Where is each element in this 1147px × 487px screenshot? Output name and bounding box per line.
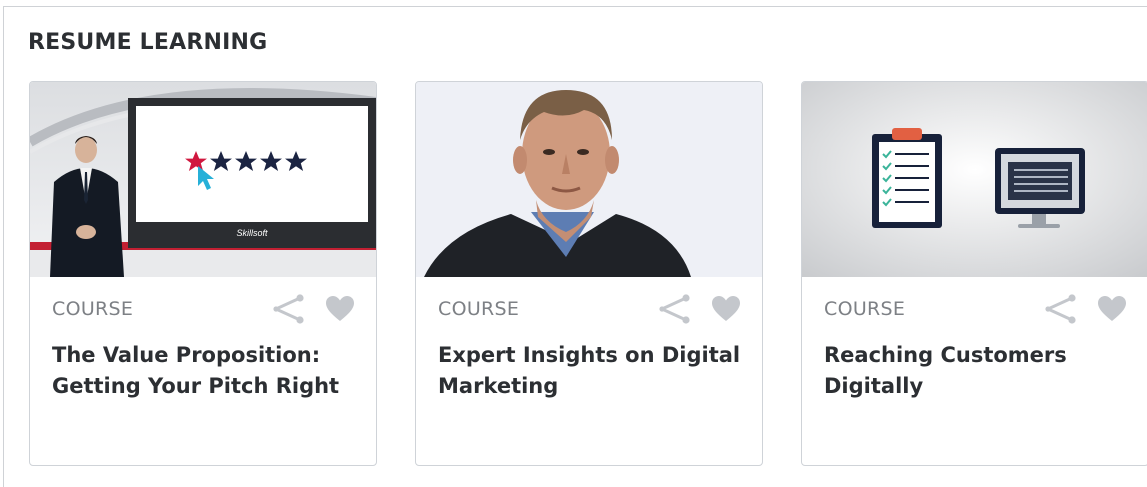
course-card[interactable]: COURSE Reaching Customers Digitally (801, 81, 1147, 466)
share-button[interactable] (1044, 294, 1078, 324)
course-title[interactable]: The Value Proposition: Getting Your Pitc… (52, 340, 362, 402)
course-thumbnail (416, 82, 762, 277)
favorite-button[interactable] (325, 295, 355, 323)
favorite-button[interactable] (1097, 295, 1127, 323)
course-type-label: COURSE (438, 298, 520, 320)
heart-icon (1098, 296, 1126, 321)
course-title[interactable]: Reaching Customers Digitally (824, 340, 1134, 402)
favorite-button[interactable] (711, 295, 741, 323)
share-icon (659, 294, 690, 324)
heart-icon (712, 296, 740, 321)
clipboard-illustration (872, 128, 942, 228)
course-title[interactable]: Expert Insights on Digital Marketing (438, 340, 748, 402)
course-type-label: COURSE (824, 298, 906, 320)
course-type-label: COURSE (52, 298, 134, 320)
share-icon (1045, 294, 1076, 324)
section-title: RESUME LEARNING (28, 30, 268, 55)
course-card[interactable]: COURSE Expert Insights on Digital Market… (415, 81, 763, 466)
course-card[interactable]: Skillsoft COURSE The Value Proposition: … (29, 81, 377, 466)
heart-icon (326, 296, 354, 321)
share-button[interactable] (658, 294, 692, 324)
screen-logo: Skillsoft (236, 228, 268, 238)
course-thumbnail (802, 82, 1147, 277)
share-icon (273, 294, 304, 324)
course-thumbnail: Skillsoft (30, 82, 376, 277)
share-button[interactable] (272, 294, 306, 324)
